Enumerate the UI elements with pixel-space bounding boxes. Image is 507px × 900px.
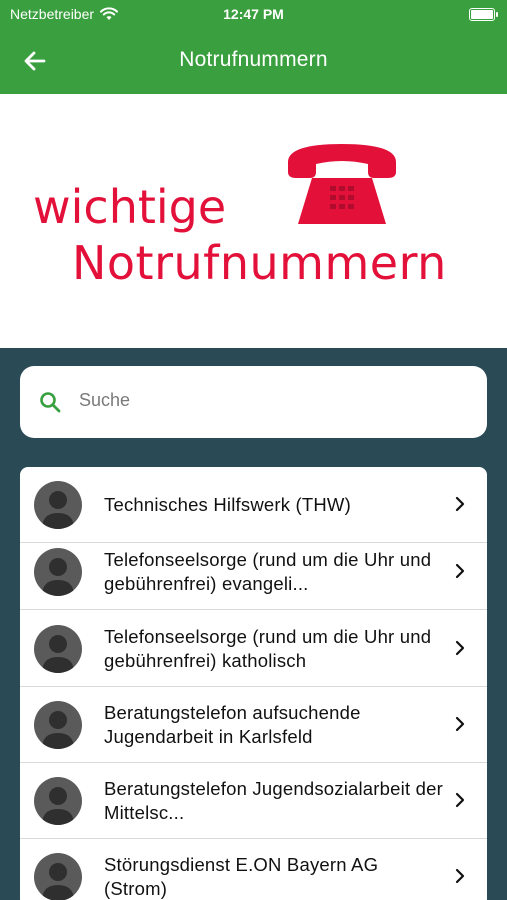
banner-line1: wichtige — [33, 180, 227, 234]
list-item-label: Beratungstelefon aufsuchende Jugendarbei… — [104, 701, 361, 747]
search-bar[interactable]: Suche — [20, 366, 487, 438]
telephone-icon — [288, 144, 396, 224]
list-item[interactable]: Beratungstelefon aufsuchende Jugendarbei… — [20, 687, 487, 763]
contacts-list: Technisches Hilfswerk (THW) Telefonseels… — [20, 467, 487, 900]
banner-image: wichtige Notrufnummern — [0, 94, 507, 348]
list-item-label: Telefonseelsorge (rund um die Uhr und ge… — [104, 625, 432, 671]
list-item[interactable]: Telefonseelsorge (rund um die Uhr und ge… — [20, 611, 487, 687]
page-title: Notrufnummern — [179, 48, 328, 71]
list-item[interactable]: Technisches Hilfswerk (THW) — [20, 467, 487, 543]
avatar — [34, 777, 82, 825]
list-item-label: Beratungstelefon Jugendsozialarbeit der … — [104, 777, 443, 823]
list-item-label: Technisches Hilfswerk (THW) — [104, 493, 351, 515]
avatar — [34, 853, 82, 900]
avatar — [34, 701, 82, 749]
chevron-right-icon — [455, 563, 465, 579]
list-item[interactable]: Störungsdienst E.ON Bayern AG (Strom) — [20, 839, 487, 900]
list-item[interactable]: Telefonseelsorge (rund um die Uhr und ge… — [20, 534, 487, 610]
banner-line2: Notrufnummern — [72, 236, 447, 290]
chevron-right-icon — [455, 716, 465, 732]
search-icon — [40, 392, 61, 413]
app-bar: Notrufnummern — [0, 28, 507, 94]
avatar — [34, 548, 82, 596]
list-item-label: Telefonseelsorge (rund um die Uhr und ge… — [104, 548, 432, 594]
list-item-label: Störungsdienst E.ON Bayern AG (Strom) — [104, 853, 379, 899]
search-input[interactable]: Suche — [79, 390, 130, 411]
chevron-right-icon — [455, 868, 465, 884]
status-time: 12:47 PM — [223, 6, 284, 22]
avatar — [34, 625, 82, 673]
battery-icon — [469, 8, 498, 21]
chevron-right-icon — [455, 640, 465, 656]
avatar — [34, 481, 82, 529]
list-item[interactable]: Beratungstelefon Jugendsozialarbeit der … — [20, 763, 487, 839]
chevron-right-icon — [455, 496, 465, 512]
chevron-right-icon — [455, 792, 465, 808]
status-bar: Netzbetreiber 12:47 PM — [0, 0, 507, 28]
